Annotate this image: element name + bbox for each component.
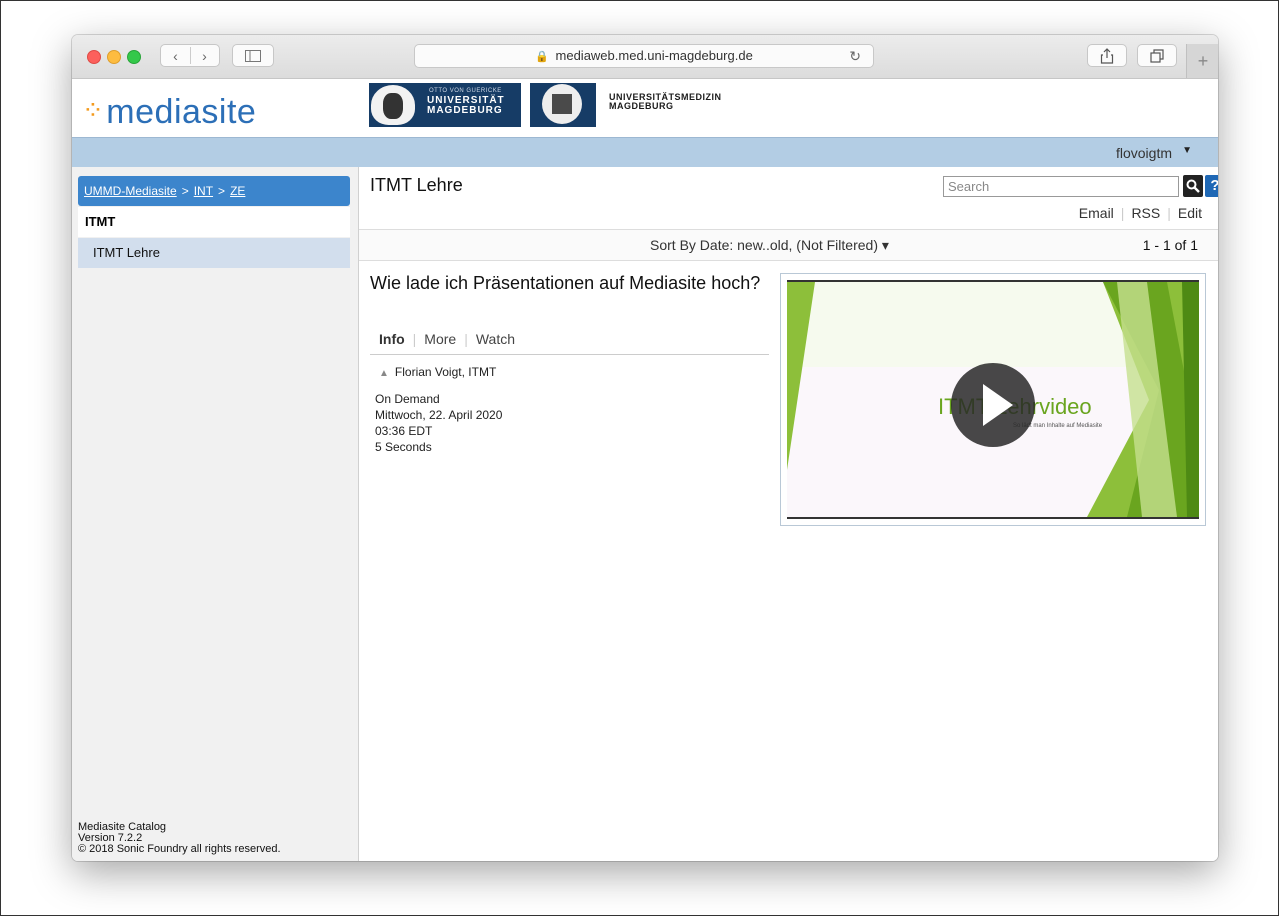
show-tabs-button[interactable] [1137,44,1177,67]
presentation-meta: On Demand Mittwoch, 22. April 2020 03:36… [375,391,502,455]
breadcrumb-link-ze[interactable]: ZE [230,184,245,198]
navigation-buttons: ‹ › [160,44,220,67]
tabs-icon [1150,49,1164,63]
sidebar-icon [245,50,261,62]
medicine-seal-logo[interactable] [530,83,596,127]
university-logo[interactable]: OTTO VON GUERICKE UNIVERSITÄT MAGDEBURG [369,83,521,127]
play-icon[interactable] [951,363,1035,447]
sidebar-item-itmt-lehre[interactable]: ITMT Lehre [78,238,350,268]
search-input[interactable]: Search [943,176,1179,197]
browser-toolbar: ‹ › 🔒 mediaweb.med.uni-magdeburg.de ↻ + [72,35,1218,79]
minimize-window-button[interactable] [107,50,121,64]
guericke-portrait-icon [371,85,415,125]
rss-link[interactable]: RSS [1124,205,1167,221]
search-icon [1186,179,1200,193]
share-button[interactable] [1087,44,1127,67]
browser-window: ‹ › 🔒 mediaweb.med.uni-magdeburg.de ↻ + … [72,35,1218,861]
presenter-name: Florian Voigt, ITMT [394,365,497,379]
person-icon: ▲ [379,368,389,379]
zoom-window-button[interactable] [127,50,141,64]
email-link[interactable]: Email [1072,205,1121,221]
medicine-logo-text: UNIVERSITÄTSMEDIZIN MAGDEBURG [609,92,722,111]
caret-down-icon[interactable]: ▼ [1182,145,1192,156]
page-title: ITMT Lehre [370,175,463,195]
tab-watch[interactable]: Watch [468,331,523,347]
presentation-tabs: Info | More | Watch [379,331,523,347]
new-tab-button[interactable]: + [1186,44,1218,78]
address-bar[interactable]: 🔒 mediaweb.med.uni-magdeburg.de ↻ [414,44,874,68]
username-menu[interactable]: flovoigtm [1116,145,1172,161]
availability: On Demand [375,392,440,406]
mediasite-dots-icon: ⁘ [82,95,105,125]
footer-copyright: © 2018 Sonic Foundry all rights reserved… [78,843,281,855]
mediasite-logo[interactable]: ⁘mediasite [82,93,256,132]
sort-bar: Sort By Date: new..old, (Not Filtered) ▾… [359,229,1218,261]
reload-icon[interactable]: ↻ [849,45,861,67]
share-icon [1100,48,1114,64]
folder-title: ITMT [78,207,350,237]
help-button[interactable]: ? [1205,175,1218,197]
university-logo-small-text: OTTO VON GUERICKE [429,88,502,94]
site-header: ⁘mediasite OTTO VON GUERICKE UNIVERSITÄT… [72,79,1218,137]
breadcrumb-separator: > [181,184,189,198]
forward-icon[interactable]: › [190,45,219,67]
tab-more[interactable]: More [416,331,464,347]
presentation-title[interactable]: Wie lade ich Präsentationen auf Mediasit… [370,273,770,294]
breadcrumb-separator: > [218,184,226,198]
lock-icon: 🔒 [535,51,549,63]
url-text: mediaweb.med.uni-magdeburg.de [555,48,753,63]
record-time: 03:36 EDT [375,424,433,438]
catalog-footer: Mediasite Catalog Version 7.2.2 © 2018 S… [78,822,281,855]
record-date: Mittwoch, 22. April 2020 [375,408,503,422]
catalog-main: ITMT Lehre Search ? Email|RSS|Edit Sort … [359,167,1218,861]
nav-divider [190,47,191,64]
edit-link[interactable]: Edit [1171,205,1202,221]
presenter: ▲ Florian Voigt, ITMT [379,365,496,379]
breadcrumb-link-int[interactable]: INT [194,184,213,198]
thumbnail-image: ITMT Lehrvideo So lädt man Inhalte auf M… [787,280,1199,519]
user-bar: flovoigtm ▼ [72,137,1218,168]
result-count: 1 - 1 of 1 [1142,237,1198,253]
presentation-thumbnail[interactable]: ITMT Lehrvideo So lädt man Inhalte auf M… [780,273,1206,526]
catalog-actions: Email | RSS | Edit [1072,205,1202,221]
search-button[interactable] [1183,175,1203,197]
duration: 5 Seconds [375,440,432,454]
university-logo-text: UNIVERSITÄT MAGDEBURG [427,95,505,116]
seal-icon [542,84,582,124]
tabs-divider-line [370,354,769,355]
close-window-button[interactable] [87,50,101,64]
breadcrumb-link-ummd[interactable]: UMMD-Mediasite [84,184,177,198]
sidebar-toggle-button[interactable] [232,44,274,67]
tab-info[interactable]: Info [379,331,413,347]
sort-dropdown[interactable]: Sort By Date: new..old, (Not Filtered) ▾ [650,237,889,254]
breadcrumb: UMMD-Mediasite > INT > ZE [78,176,350,206]
back-icon[interactable]: ‹ [161,45,190,67]
catalog-sidebar: UMMD-Mediasite > INT > ZE ITMT ITMT Lehre Me… [72,167,359,861]
